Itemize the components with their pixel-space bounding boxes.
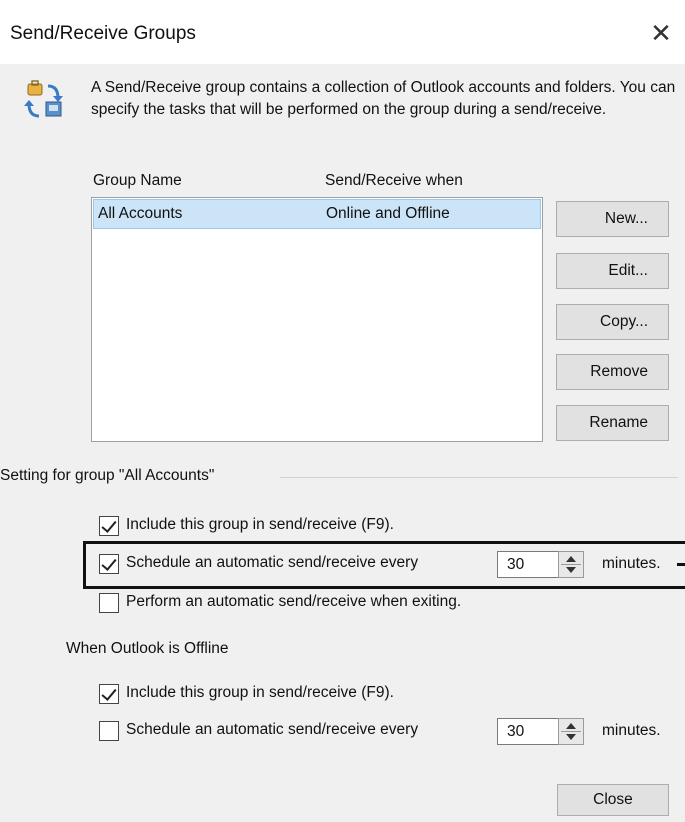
list-item[interactable]: All Accounts Online and Offline [93, 199, 541, 229]
window-title: Send/Receive Groups [10, 23, 196, 44]
send-receive-when-cell: Online and Offline [326, 205, 450, 222]
title-bar: Send/Receive Groups ✕ [0, 0, 685, 64]
online-minutes-spinner[interactable] [558, 551, 584, 578]
offline-schedule-label: Schedule an automatic send/receive every [126, 721, 419, 738]
online-exit-checkbox[interactable] [99, 593, 119, 613]
group-name-cell: All Accounts [98, 205, 183, 222]
online-minutes-unit: minutes. [602, 555, 661, 572]
online-schedule-checkbox[interactable] [99, 554, 119, 574]
remove-button[interactable]: Remove [556, 354, 669, 390]
spin-divider [561, 564, 581, 565]
copy-button[interactable]: Copy... [556, 304, 669, 340]
spin-divider [561, 731, 581, 732]
online-exit-label: Perform an automatic send/receive when e… [126, 593, 462, 610]
rename-button[interactable]: Rename [556, 405, 669, 441]
spin-down-icon[interactable] [566, 567, 576, 573]
dialog-description: A Send/Receive group contains a collecti… [91, 79, 676, 118]
close-button[interactable]: Close [557, 784, 669, 816]
online-schedule-label: Schedule an automatic send/receive every [126, 554, 419, 571]
section-divider [280, 477, 678, 478]
offline-include-label: Include this group in send/receive (F9). [126, 684, 394, 701]
online-minutes-input[interactable]: 30 [497, 551, 559, 578]
column-header-group-name: Group Name [93, 172, 182, 189]
annotation-arrow [677, 563, 685, 566]
offline-minutes-unit: minutes. [602, 722, 661, 739]
section-label-group-settings: Setting for group "All Accounts" [0, 467, 225, 485]
offline-minutes-spinner[interactable] [558, 718, 584, 745]
close-icon[interactable]: ✕ [646, 18, 676, 48]
spin-up-icon[interactable] [566, 723, 576, 729]
spin-down-icon[interactable] [566, 734, 576, 740]
new-button[interactable]: New... [556, 201, 669, 237]
offline-include-checkbox[interactable] [99, 684, 119, 704]
offline-section-label: When Outlook is Offline [66, 640, 229, 657]
send-receive-groups-icon [24, 80, 63, 118]
online-include-label: Include this group in send/receive (F9). [126, 516, 394, 533]
column-header-send-receive-when: Send/Receive when [325, 172, 463, 189]
spin-up-icon[interactable] [566, 556, 576, 562]
offline-minutes-input[interactable]: 30 [497, 718, 559, 745]
groups-list[interactable]: All Accounts Online and Offline [91, 197, 543, 442]
offline-schedule-checkbox[interactable] [99, 721, 119, 741]
edit-button[interactable]: Edit... [556, 253, 669, 289]
online-include-checkbox[interactable] [99, 516, 119, 536]
